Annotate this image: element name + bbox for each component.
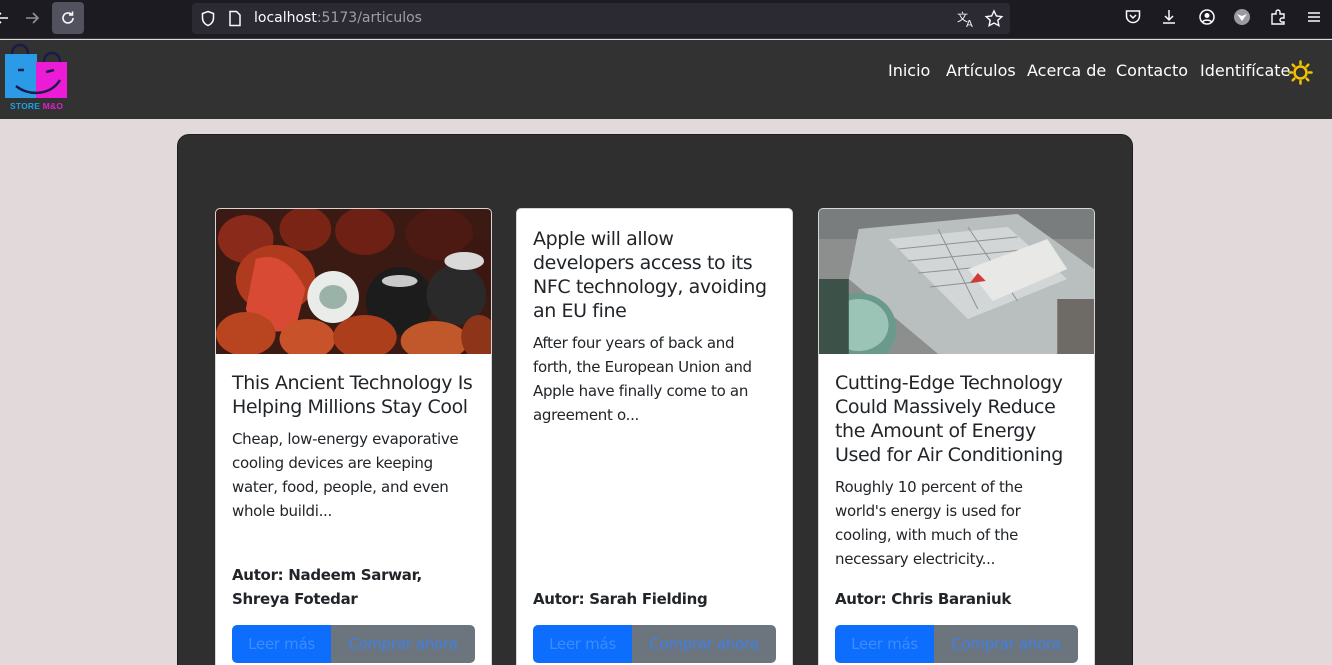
read-more-button[interactable]: Leer más bbox=[533, 625, 632, 663]
card-summary: Roughly 10 percent of the world's energy… bbox=[835, 478, 1023, 568]
card-body: This Ancient Technology Is Helping Milli… bbox=[232, 371, 475, 523]
nav-acerca-de[interactable]: Acerca de bbox=[1027, 61, 1106, 80]
reload-icon bbox=[62, 11, 74, 24]
arrow-left-icon bbox=[0, 12, 8, 24]
card-button-group: Leer más Comprar ahora bbox=[232, 625, 475, 663]
pocket-icon[interactable] bbox=[1124, 8, 1144, 28]
article-image-clay-pots bbox=[216, 209, 491, 354]
sun-icon[interactable] bbox=[1288, 60, 1313, 85]
card-author: Autor: Chris Baraniuk bbox=[835, 590, 1012, 608]
site-header: STORE M&O Inicio Artículos Acerca de Con… bbox=[0, 40, 1332, 119]
card-author: Autor: Sarah Fielding bbox=[533, 590, 708, 608]
read-more-button[interactable]: Leer más bbox=[835, 625, 934, 663]
buy-now-button[interactable]: Comprar ahora bbox=[632, 625, 776, 663]
nav-inicio[interactable]: Inicio bbox=[888, 61, 930, 80]
nav-identificate[interactable]: Identifícate bbox=[1200, 61, 1290, 80]
article-card: This Ancient Technology Is Helping Milli… bbox=[215, 208, 492, 665]
url-text[interactable]: localhost:5173/articulos bbox=[254, 10, 422, 26]
article-image-rooftop bbox=[819, 209, 1094, 354]
article-card: Cutting-Edge Technology Could Massively … bbox=[818, 208, 1095, 665]
address-bar[interactable]: localhost:5173/articulos 文A bbox=[192, 3, 1010, 34]
card-summary: Cheap, low-energy evaporative cooling de… bbox=[232, 430, 459, 520]
svg-text:A: A bbox=[966, 19, 973, 29]
read-more-button[interactable]: Leer más bbox=[232, 625, 331, 663]
shopping-bags-icon bbox=[5, 43, 67, 98]
extension-avatar-icon[interactable] bbox=[1233, 8, 1253, 28]
account-icon[interactable] bbox=[1198, 8, 1218, 28]
logo-text: STORE M&O bbox=[10, 101, 64, 111]
card-button-group: Leer más Comprar ahora bbox=[533, 625, 776, 663]
nav-contacto[interactable]: Contacto bbox=[1116, 61, 1188, 80]
card-body: Cutting-Edge Technology Could Massively … bbox=[835, 371, 1078, 571]
shield-icon[interactable] bbox=[200, 10, 216, 27]
arrow-right-icon bbox=[26, 12, 40, 24]
page-info-icon[interactable] bbox=[228, 10, 242, 27]
menu-icon[interactable] bbox=[1305, 8, 1325, 28]
card-title: Apple will allow developers access to it… bbox=[533, 228, 767, 322]
card-button-group: Leer más Comprar ahora bbox=[835, 625, 1078, 663]
card-title: Cutting-Edge Technology Could Massively … bbox=[835, 372, 1063, 466]
browser-toolbar: localhost:5173/articulos 文A bbox=[0, 0, 1332, 39]
article-card: Apple will allow developers access to it… bbox=[516, 208, 793, 665]
card-body: Apple will allow developers access to it… bbox=[533, 227, 776, 427]
store-logo[interactable]: STORE M&O bbox=[2, 40, 72, 116]
card-author: Autor: Nadeem Sarwar, Shreya Fotedar bbox=[232, 566, 422, 608]
forward-button[interactable] bbox=[16, 2, 48, 34]
nav-articulos[interactable]: Artículos bbox=[946, 61, 1016, 80]
bookmark-star-icon[interactable] bbox=[984, 9, 1004, 29]
reload-button[interactable] bbox=[52, 2, 84, 34]
card-title: This Ancient Technology Is Helping Milli… bbox=[232, 372, 473, 418]
card-summary: After four years of back and forth, the … bbox=[533, 334, 752, 424]
buy-now-button[interactable]: Comprar ahora bbox=[934, 625, 1078, 663]
download-icon[interactable] bbox=[1160, 8, 1180, 28]
buy-now-button[interactable]: Comprar ahora bbox=[331, 625, 475, 663]
translate-icon[interactable]: 文A bbox=[956, 9, 976, 29]
extensions-icon[interactable] bbox=[1269, 8, 1289, 28]
